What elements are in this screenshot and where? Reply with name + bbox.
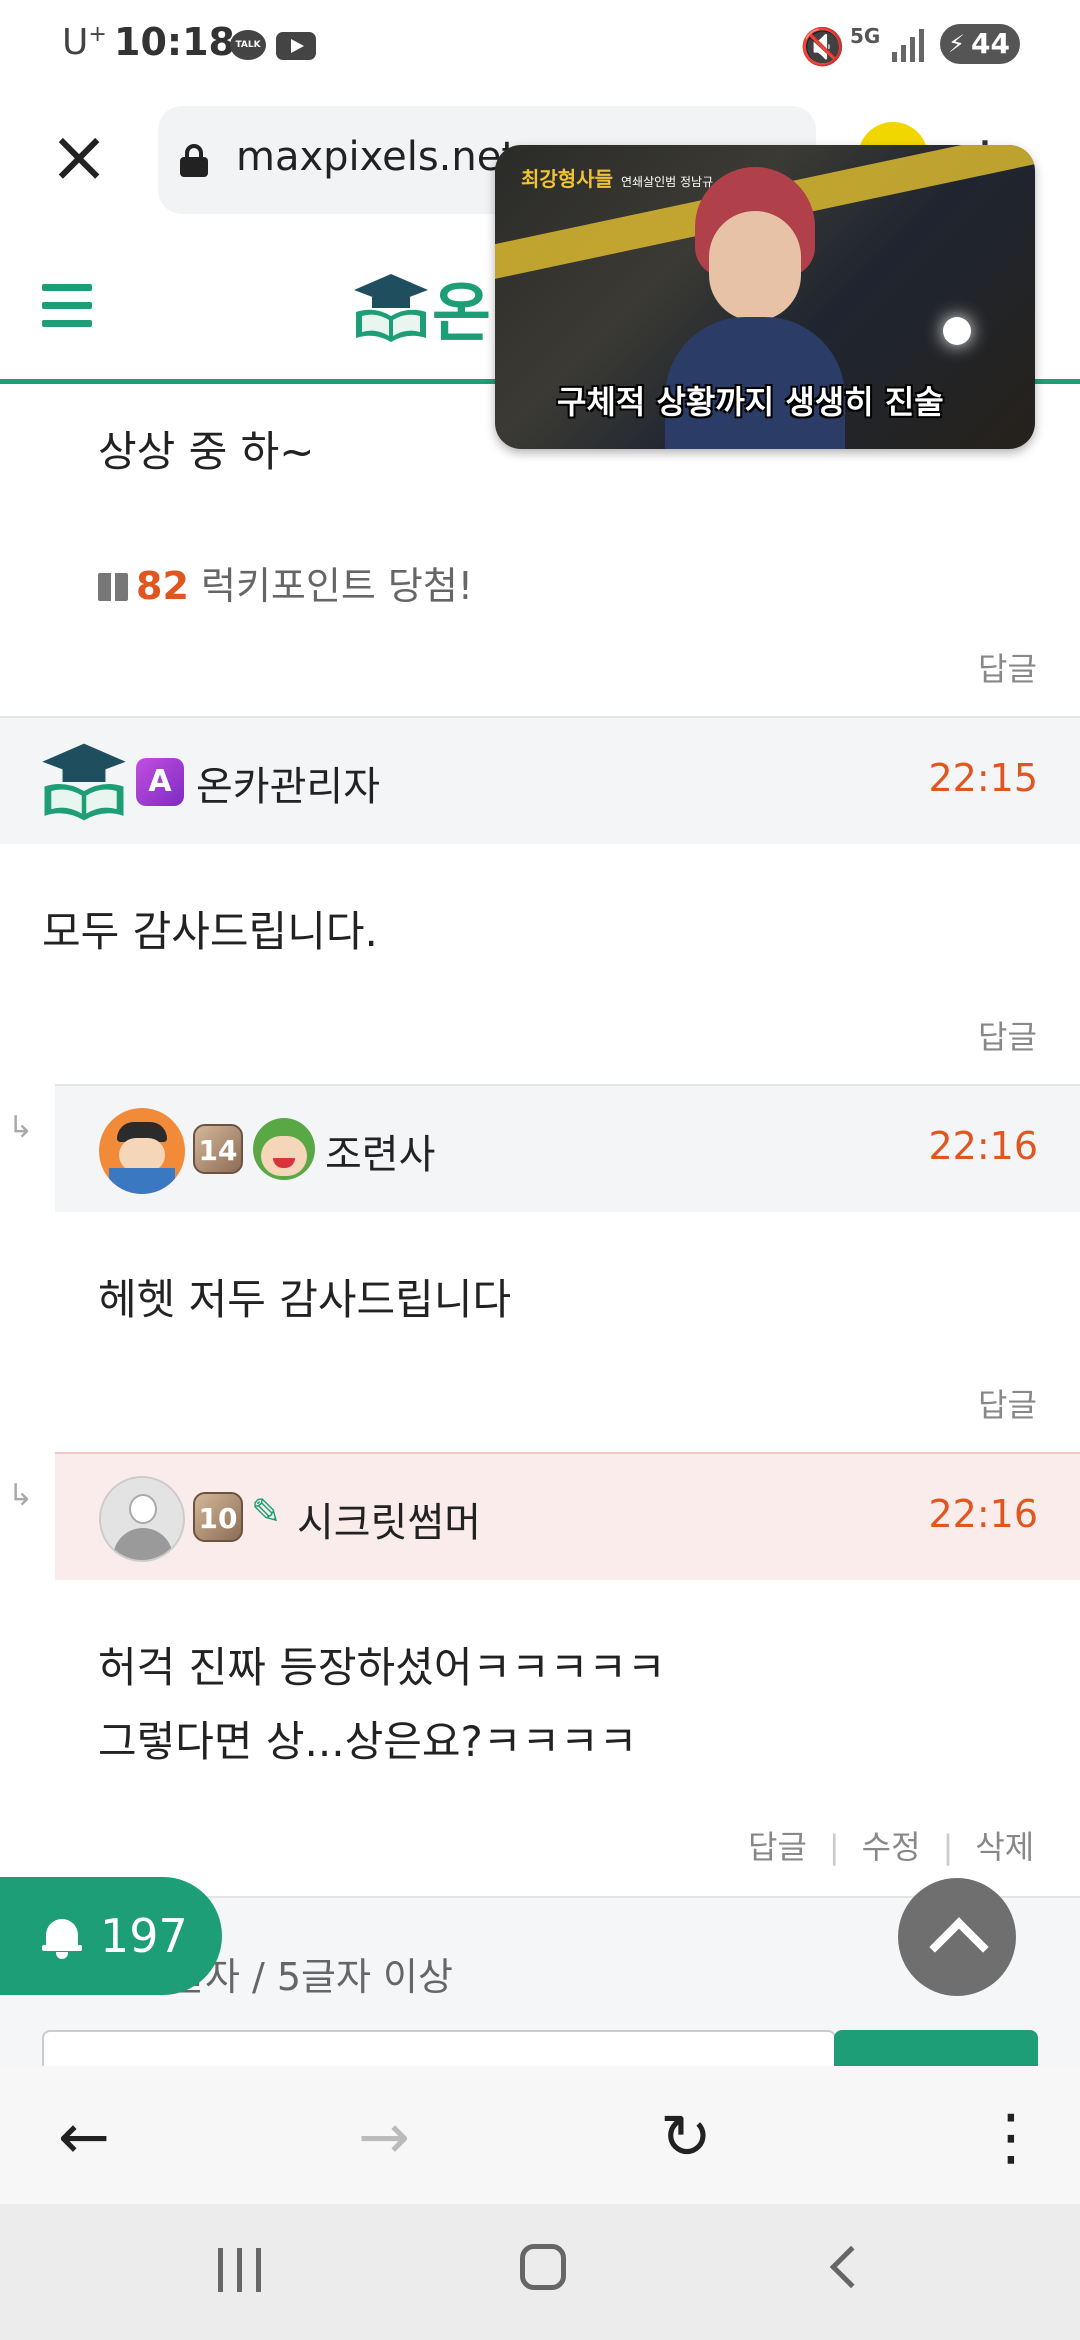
comment-text: 상상 중 하~: [98, 427, 315, 476]
edit-link[interactable]: 수정: [862, 1828, 921, 1866]
comment-text-line: 그렇다면 상...상은요?ㅋㅋㅋㅋ: [98, 1717, 638, 1766]
mute-icon: 🔇: [800, 27, 845, 68]
reply-indent-icon: ↳: [8, 1478, 34, 1513]
status-time: 10:18: [114, 20, 235, 64]
bell-icon: [42, 1915, 82, 1959]
status-bar: U+ 10:18 TALK 🔇 5G 44: [0, 0, 1080, 90]
notification-button[interactable]: 197: [0, 1877, 222, 1995]
scroll-top-button[interactable]: [898, 1878, 1016, 1996]
home-icon[interactable]: [520, 2244, 566, 2290]
comment-header: 14 조련사 22:16: [55, 1084, 1080, 1212]
video-light: [943, 317, 971, 345]
comment-time: 22:15: [928, 756, 1038, 800]
recent-apps-icon[interactable]: [218, 2248, 264, 2292]
pencil-icon: ✎: [251, 1492, 282, 1533]
reply-indent-icon: ↳: [8, 1110, 34, 1145]
avatar[interactable]: [99, 1476, 185, 1562]
reply-link[interactable]: 답글: [748, 1828, 807, 1866]
comment-time: 22:16: [928, 1492, 1038, 1536]
browser-toolbar: ← → ↻ ⋮: [0, 2066, 1080, 2204]
reply-link[interactable]: 답글: [978, 1012, 1037, 1058]
lucky-point-value: 82: [136, 564, 189, 608]
kakaotalk-icon: TALK: [230, 30, 266, 60]
comment-actions: 답글 | 수정 | 삭제: [748, 1828, 1035, 1866]
lucky-point-notice: 82 럭키포인트 당첨!: [98, 555, 473, 610]
youtube-icon: [276, 32, 316, 60]
close-tab-button[interactable]: ×: [44, 120, 114, 196]
avatar[interactable]: [99, 1108, 185, 1194]
lock-icon: [180, 144, 208, 177]
avatar[interactable]: [40, 738, 128, 826]
refresh-icon[interactable]: ↻: [660, 2100, 712, 2173]
signal-icon: [892, 28, 926, 62]
nickname[interactable]: 시크릿썸머: [297, 1490, 481, 1548]
nickname[interactable]: 조련사: [325, 1122, 435, 1180]
admin-badge: A: [136, 758, 184, 806]
more-menu-icon[interactable]: ⋮: [980, 2100, 1042, 2173]
nickname[interactable]: 온카관리자: [196, 754, 380, 812]
level-badge: 14: [193, 1124, 243, 1174]
comment-header: 10 ✎ 시크릿썸머 22:16: [55, 1452, 1080, 1580]
comment-time: 22:16: [928, 1124, 1038, 1168]
menu-hamburger-icon[interactable]: [42, 284, 92, 328]
comment-text-line: 허걱 진짜 등장하셨어ㅋㅋㅋㅋㅋ: [98, 1643, 666, 1692]
user-icon: [253, 1118, 315, 1180]
level-badge: 10: [193, 1492, 243, 1542]
battery-indicator: 44: [940, 24, 1020, 64]
video-subtitle: 구체적 상황까지 생생히 진술: [557, 383, 944, 421]
logo-text[interactable]: 온: [432, 262, 491, 354]
system-nav-bar: [0, 2204, 1080, 2340]
comment-text: 헤헷 저두 감사드립니다: [98, 1275, 512, 1324]
logo-icon[interactable]: [352, 272, 430, 344]
reply-link[interactable]: 답글: [978, 644, 1037, 690]
network-type-icon: 5G: [850, 24, 881, 48]
forward-arrow-icon[interactable]: →: [358, 2100, 410, 2173]
notification-count: 197: [100, 1909, 188, 1963]
back-arrow-icon[interactable]: ←: [58, 2100, 110, 2173]
system-back-icon[interactable]: [829, 2245, 873, 2289]
comment-text: 모두 감사드립니다.: [42, 907, 378, 956]
comment-header: A 온카관리자 22:15: [0, 716, 1080, 844]
delete-link[interactable]: 삭제: [975, 1828, 1034, 1866]
video-top-caption: 최강형사들 연쇄살인범 정남규: [521, 167, 714, 191]
carrier-label: U+: [62, 22, 107, 63]
lucky-point-label: 럭키포인트 당첨!: [200, 564, 474, 608]
reply-link[interactable]: 답글: [978, 1380, 1037, 1426]
pip-video-player[interactable]: 최강형사들 연쇄살인범 정남규 구체적 상황까지 생생히 진술: [495, 145, 1035, 449]
gift-icon: [98, 573, 128, 601]
url-text: maxpixels.net: [236, 134, 518, 180]
